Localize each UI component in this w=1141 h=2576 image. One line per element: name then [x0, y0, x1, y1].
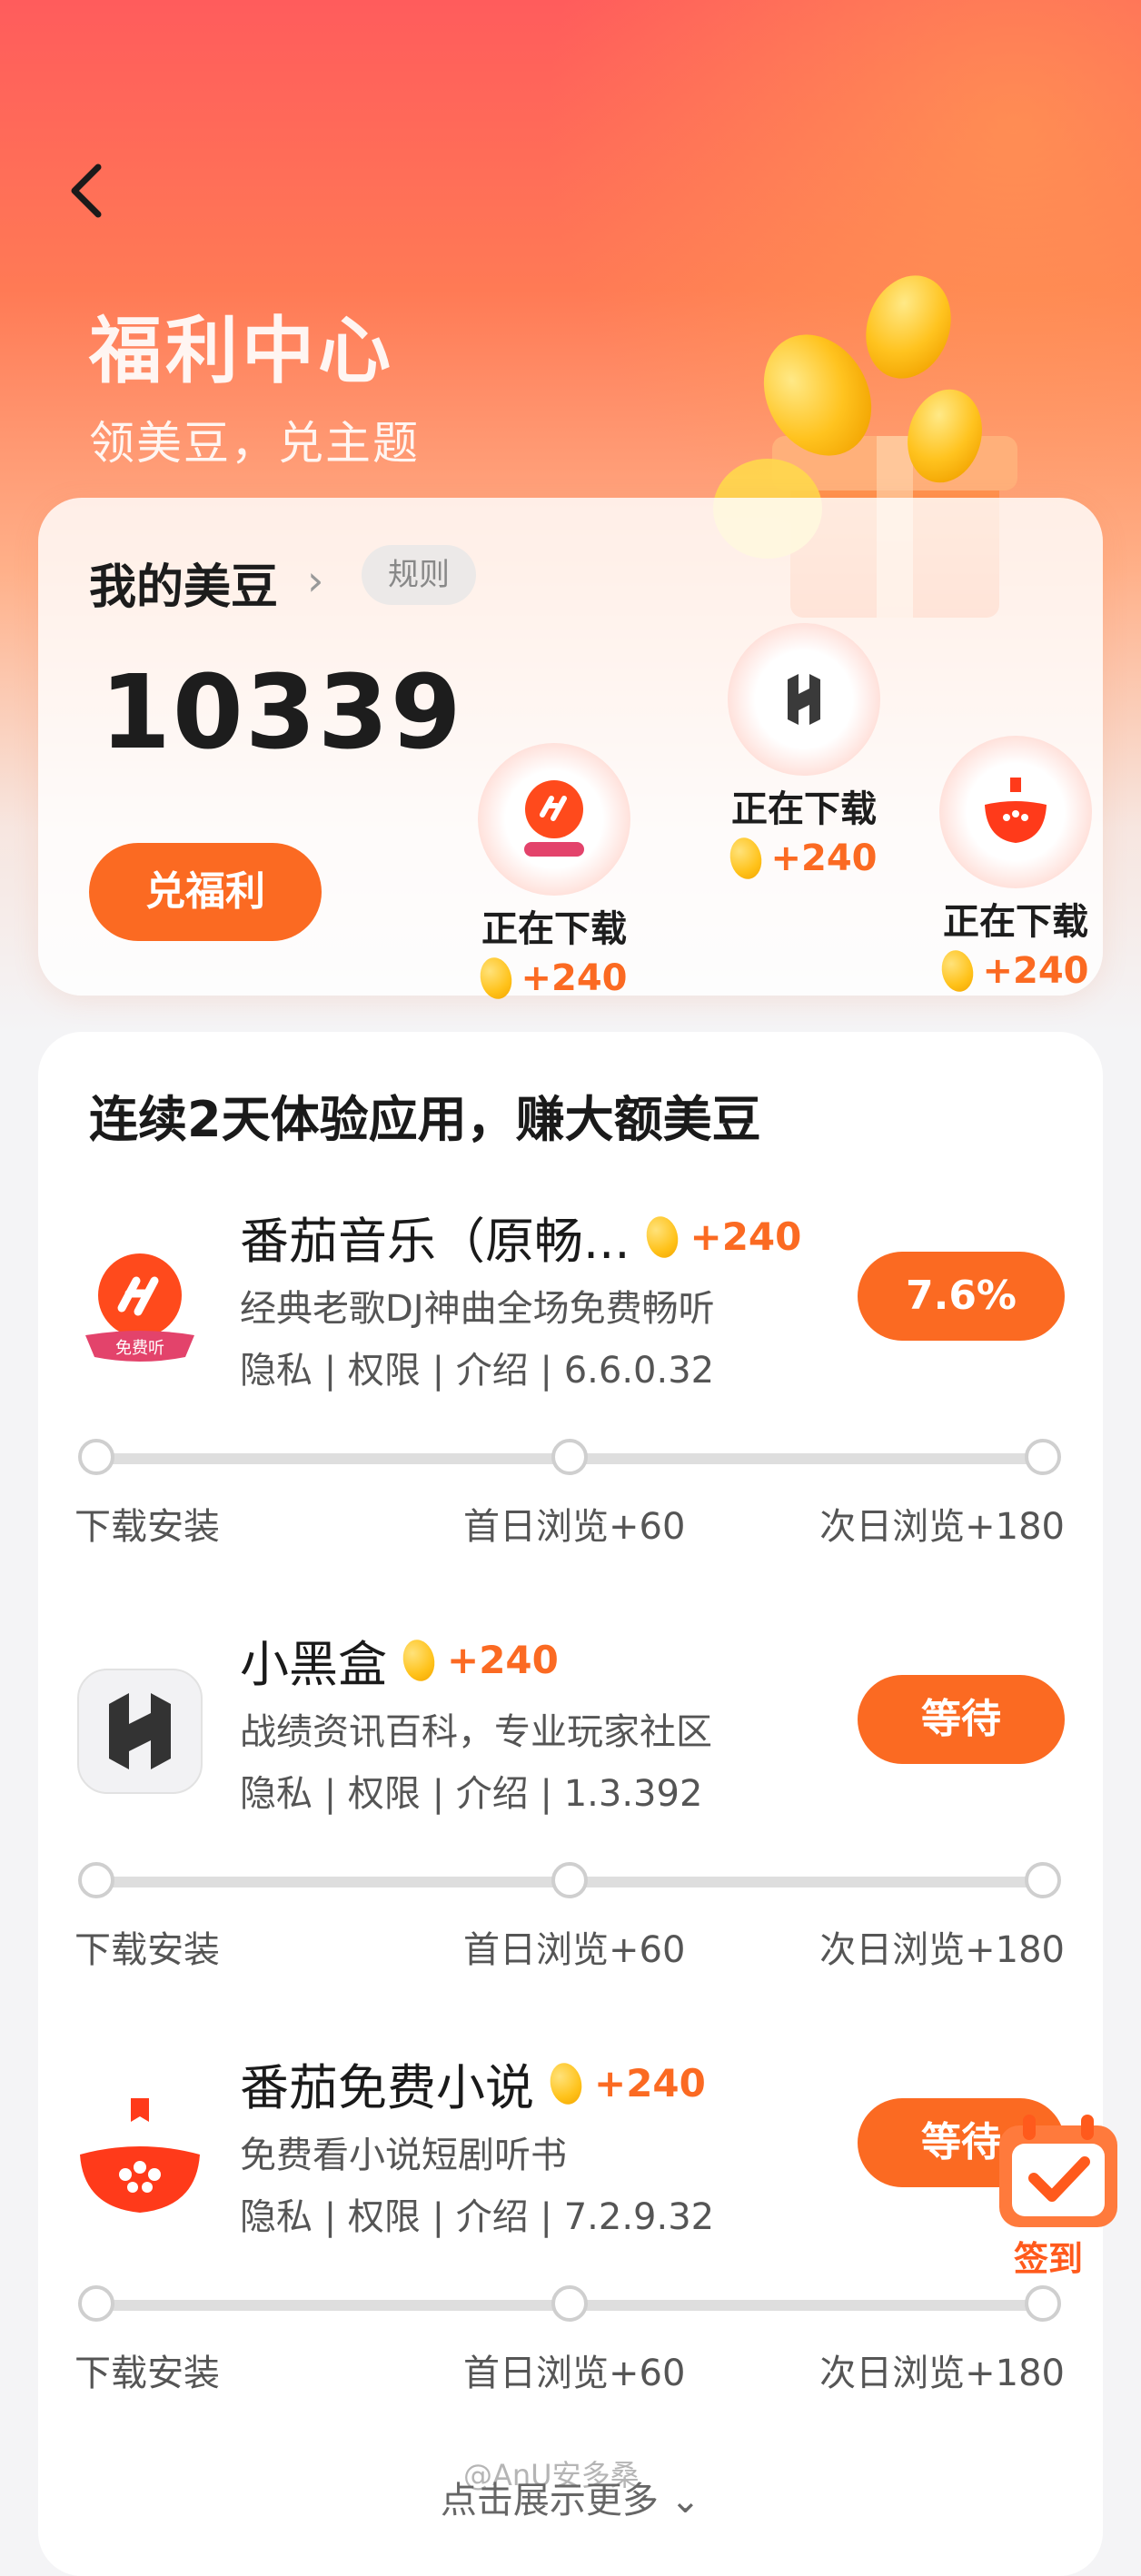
progress-step-label: 首日浏览+60 [463, 2353, 686, 2394]
app-list-item[interactable]: 番茄免费小说 +240 免费看小说短剧听书 隐私 | 权限 | 介绍 | 7.2… [38, 2046, 1103, 2471]
progress-step-dot [1025, 1862, 1061, 1898]
beans-count: 10339 [100, 654, 463, 772]
progress-step-dot [1025, 2285, 1061, 2322]
page-title: 福利中心 [89, 309, 394, 393]
progress-step-dot [78, 1862, 114, 1898]
download-status: 正在下载 [731, 788, 877, 830]
bean-icon [938, 946, 977, 996]
progress-step-dot [1025, 1439, 1061, 1475]
app-icon-fanqie-music [478, 743, 630, 896]
bean-icon [477, 954, 516, 1003]
checkin-label: 签到 [1014, 2239, 1084, 2279]
progress-step-label: 次日浏览+180 [819, 1929, 1065, 1971]
download-status: 正在下载 [481, 908, 627, 950]
progress-step-label: 下载安装 [74, 1506, 220, 1548]
download-progress-button[interactable]: 7.6% [858, 1252, 1065, 1341]
app-description: 经典老歌DJ神曲全场免费畅听 [240, 1288, 715, 1330]
progress-step-label: 下载安装 [74, 1929, 220, 1971]
download-reward: +240 [454, 954, 654, 1003]
progress-step-dot [551, 2285, 588, 2322]
app-description: 免费看小说短剧听书 [240, 2135, 567, 2176]
my-beans-title[interactable]: 我的美豆 [89, 549, 278, 617]
app-meta-links[interactable]: 隐私 | 权限 | 介绍 | 6.6.0.32 [240, 1341, 714, 1393]
app-name: 番茄免费小说 +240 [240, 2059, 706, 2116]
back-button[interactable] [65, 162, 107, 220]
app-reward: +240 [546, 2059, 706, 2107]
checkin-floating-button[interactable]: 签到 [981, 2104, 1141, 2285]
my-beans-card: 我的美豆 › 规则 10339 兑福利 正在下载 +240 正在下载 +240 [38, 498, 1103, 1003]
show-more-button[interactable]: 点击展示更多 ⌄ [0, 2471, 1141, 2523]
progress-step-dot [78, 1439, 114, 1475]
rules-button[interactable]: 规则 [362, 545, 476, 605]
chevron-left-icon [71, 163, 102, 218]
app-list-item[interactable]: 免费听 番茄音乐（原畅... +240 经典老歌DJ神曲全场免费畅听 隐私 | … [38, 1199, 1103, 1624]
task-progress: 下载安装 首日浏览+60 次日浏览+180 [74, 2282, 1065, 2394]
app-meta-links[interactable]: 隐私 | 权限 | 介绍 | 7.2.9.32 [240, 2187, 714, 2240]
download-reward: +240 [916, 946, 1116, 996]
bean-icon [642, 1213, 681, 1261]
calendar-check-icon [999, 2115, 1117, 2227]
icon-badge-text: 免费听 [115, 1339, 164, 1358]
wait-button[interactable]: 等待 [858, 1675, 1065, 1764]
progress-step-label: 次日浏览+180 [819, 2353, 1065, 2394]
app-reward: +240 [399, 1636, 559, 1684]
task-progress: 下载安装 首日浏览+60 次日浏览+180 [74, 1435, 1065, 1548]
app-icon-fanqie-novel [76, 2091, 203, 2218]
app-description: 战绩资讯百科，专业玩家社区 [240, 1711, 712, 1753]
task-progress: 下载安装 首日浏览+60 次日浏览+180 [74, 1858, 1065, 1971]
downloading-bubble[interactable]: 正在下载 +240 [704, 623, 904, 883]
app-name: 番茄音乐（原畅... +240 [240, 1213, 802, 1270]
app-name: 小黑盒 +240 [240, 1636, 559, 1693]
task-card: 连续2天体验应用，赚大额美豆 免费听 番茄音乐（原畅... +240 经典老歌D… [38, 1032, 1103, 2576]
progress-step-dot [551, 1862, 588, 1898]
page-subtitle: 领美豆，兑主题 [89, 417, 420, 470]
progress-step-dot [78, 2285, 114, 2322]
app-icon-xiaoheihe [76, 1668, 203, 1795]
task-heading: 连续2天体验应用，赚大额美豆 [89, 1091, 761, 1148]
download-status: 正在下载 [943, 901, 1088, 943]
chevron-right-icon[interactable]: › [307, 556, 323, 605]
downloading-bubble[interactable]: 正在下载 +240 [916, 736, 1116, 996]
redeem-button[interactable]: 兑福利 [89, 843, 322, 941]
app-icon-fanqie-music: 免费听 [76, 1244, 203, 1372]
chevron-down-icon: ⌄ [670, 2480, 701, 2522]
app-icon-fanqie-novel [939, 736, 1092, 888]
download-reward: +240 [704, 834, 904, 883]
progress-step-label: 下载安装 [74, 2353, 220, 2394]
downloading-bubble[interactable]: 正在下载 +240 [454, 743, 654, 1003]
progress-step-label: 次日浏览+180 [819, 1506, 1065, 1548]
progress-step-label: 首日浏览+60 [463, 1929, 686, 1971]
bean-icon [727, 834, 766, 883]
bean-icon [546, 2059, 586, 2107]
app-icon-xiaoheihe [728, 623, 880, 776]
progress-step-dot [551, 1439, 588, 1475]
app-meta-links[interactable]: 隐私 | 权限 | 介绍 | 1.3.392 [240, 1764, 702, 1817]
app-list-item[interactable]: 小黑盒 +240 战绩资讯百科，专业玩家社区 隐私 | 权限 | 介绍 | 1.… [38, 1622, 1103, 2047]
app-reward: +240 [642, 1213, 801, 1261]
progress-step-label: 首日浏览+60 [463, 1506, 686, 1548]
bean-icon [399, 1636, 439, 1684]
